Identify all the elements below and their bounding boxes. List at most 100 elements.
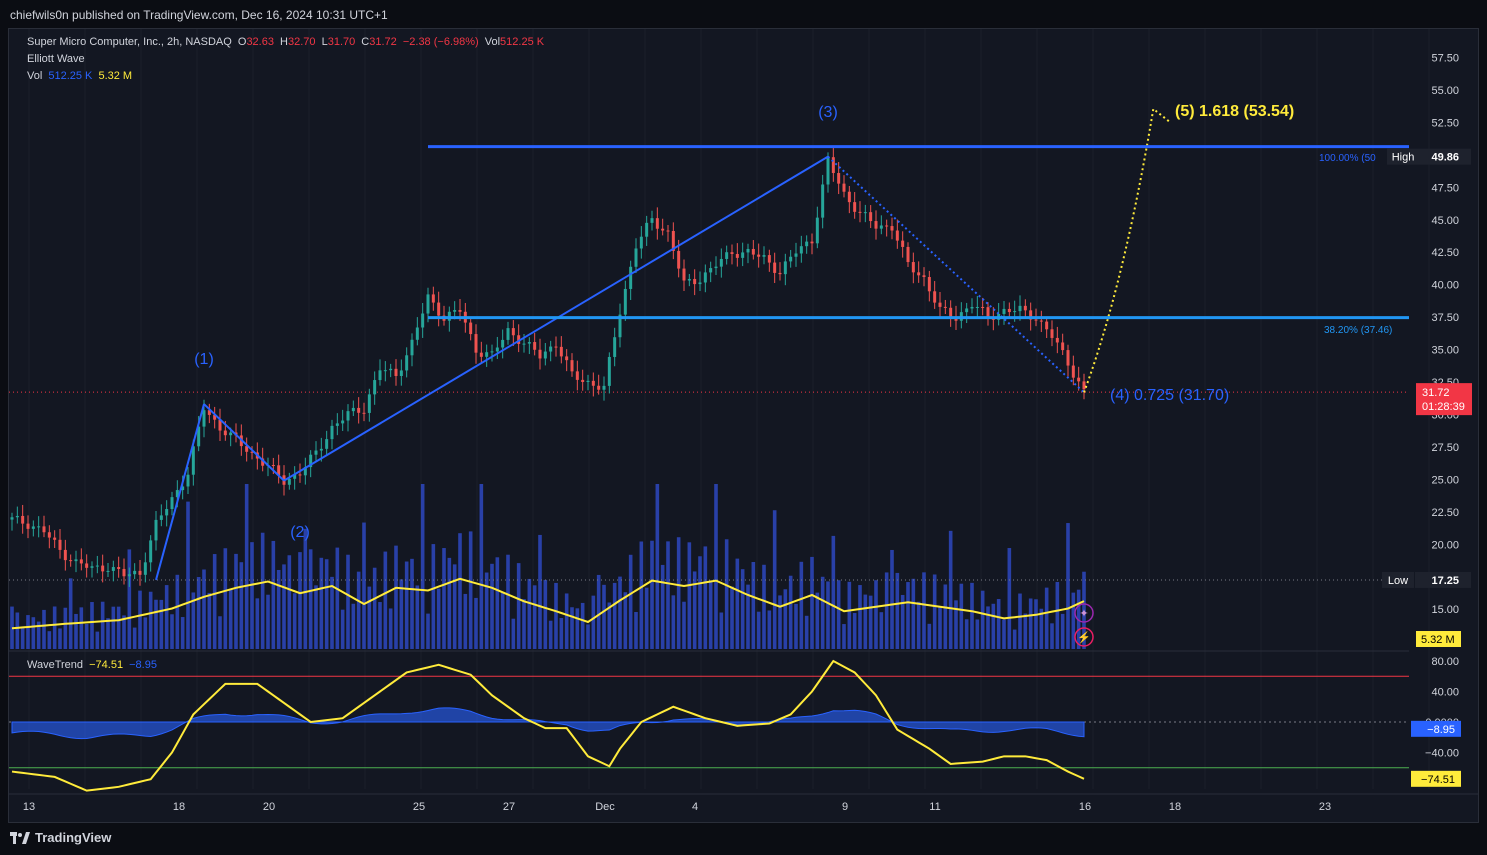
candle-body bbox=[522, 343, 526, 345]
high-value: 49.86 bbox=[1431, 152, 1459, 164]
volume-bar bbox=[922, 572, 926, 649]
volume-legend[interactable]: Vol 512.25 K 5.32 M bbox=[27, 70, 135, 82]
volume-bar bbox=[426, 613, 430, 649]
candle-body bbox=[415, 327, 419, 340]
volume-bar bbox=[148, 591, 153, 649]
volume-bar bbox=[367, 586, 372, 649]
volume-bar bbox=[490, 563, 494, 649]
volume-bar bbox=[447, 557, 452, 649]
volume-bar bbox=[303, 528, 308, 649]
elliott-wave-label[interactable]: Elliott Wave bbox=[27, 53, 85, 65]
price-tick: 40.00 bbox=[1431, 280, 1459, 292]
candle-body bbox=[1055, 337, 1059, 343]
candle-body bbox=[1066, 350, 1070, 366]
volume-bar bbox=[698, 556, 702, 649]
candle-body bbox=[357, 407, 361, 413]
volume-bar bbox=[484, 572, 489, 649]
candle-body bbox=[90, 566, 94, 568]
tradingview-logo-icon bbox=[10, 831, 30, 844]
chart-canvas[interactable]: (1) (2) (3) (4) 0.725 (31.70) (5) 1.618 (53.… bbox=[9, 29, 1478, 822]
volume-bar bbox=[420, 484, 425, 649]
price-tick: 55.00 bbox=[1431, 85, 1459, 97]
candle-body bbox=[826, 157, 830, 185]
high-label: H bbox=[280, 36, 288, 48]
candle-body bbox=[351, 407, 355, 412]
volume-bar bbox=[948, 530, 953, 649]
volume-bar bbox=[495, 557, 500, 649]
candle-body bbox=[1050, 329, 1054, 338]
volume-bar bbox=[31, 617, 36, 649]
volume-row-label[interactable]: Vol bbox=[27, 70, 42, 82]
volume-bar bbox=[516, 563, 521, 649]
volume-bar bbox=[650, 540, 654, 649]
candle-body bbox=[1023, 305, 1027, 311]
candle-body bbox=[703, 272, 707, 283]
candle-body bbox=[869, 212, 873, 222]
volume-bar bbox=[250, 542, 254, 649]
price-tick: 35.00 bbox=[1431, 345, 1459, 357]
volume-bar bbox=[212, 554, 217, 649]
wavetrend-label[interactable]: WaveTrend bbox=[27, 659, 83, 671]
candle-body bbox=[506, 328, 510, 340]
candle-body bbox=[783, 261, 787, 275]
tradingview-logo[interactable]: TradingView bbox=[10, 830, 111, 845]
volume-bar bbox=[314, 585, 318, 649]
price-tick: 47.50 bbox=[1431, 182, 1459, 194]
volume-bar bbox=[388, 608, 393, 649]
candle-body bbox=[31, 526, 35, 529]
candle-body bbox=[645, 222, 649, 237]
candle-body bbox=[629, 266, 633, 289]
volume-bar bbox=[1012, 629, 1017, 649]
candle-body bbox=[1018, 305, 1022, 312]
volume-bar bbox=[714, 484, 718, 649]
candle-body bbox=[741, 252, 745, 258]
volume-bar bbox=[676, 537, 681, 649]
candle-body bbox=[21, 515, 25, 524]
candle-body bbox=[767, 255, 771, 263]
candle-body bbox=[1002, 308, 1006, 314]
volume-bar bbox=[511, 618, 516, 649]
candle-body bbox=[543, 351, 547, 359]
candle-body bbox=[895, 230, 899, 241]
candle-body bbox=[847, 191, 851, 203]
candle-body bbox=[682, 268, 686, 281]
candle-body bbox=[901, 240, 905, 247]
volume-bar bbox=[735, 558, 740, 649]
footer-bar: TradingView bbox=[0, 823, 1487, 855]
volume-bar bbox=[255, 598, 260, 649]
low-value: 17.25 bbox=[1431, 575, 1459, 587]
candle-body bbox=[170, 497, 174, 510]
chart-frame[interactable]: (1) (2) (3) (4) 0.725 (31.70) (5) 1.618 (53.… bbox=[8, 28, 1479, 823]
candle-body bbox=[778, 272, 782, 275]
candle-body bbox=[106, 570, 110, 572]
volume-bar bbox=[58, 628, 62, 649]
candle-body bbox=[143, 562, 147, 575]
candle-body bbox=[495, 347, 499, 352]
volume-bar bbox=[612, 582, 617, 649]
tradingview-brand[interactable]: TradingView bbox=[35, 830, 111, 845]
volume-bar bbox=[415, 585, 420, 649]
volume-bar bbox=[68, 578, 73, 649]
candle-body bbox=[879, 225, 883, 229]
wavetrend-legend[interactable]: WaveTrend −74.51 −8.95 bbox=[27, 659, 160, 671]
volume-bar bbox=[1071, 592, 1076, 649]
candle-body bbox=[581, 379, 585, 382]
volume-bar bbox=[170, 614, 174, 649]
volume-bar bbox=[644, 587, 649, 649]
volume-bar bbox=[852, 613, 857, 649]
candle-body bbox=[362, 412, 366, 414]
grid-lines bbox=[28, 29, 1430, 789]
symbol-line[interactable]: Super Micro Computer, Inc., 2h, NASDAQ bbox=[27, 36, 232, 48]
candle-body bbox=[117, 567, 121, 569]
wave-label-4: (4) 0.725 (31.70) bbox=[1110, 387, 1229, 404]
volume-bar bbox=[1060, 613, 1065, 649]
candle-body bbox=[47, 532, 51, 538]
indicator-legend[interactable]: Elliott Wave bbox=[27, 53, 88, 65]
symbol-legend[interactable]: Super Micro Computer, Inc., 2h, NASDAQ O… bbox=[27, 36, 547, 48]
candle-body bbox=[527, 342, 531, 344]
candle-body bbox=[1039, 320, 1043, 322]
candle-body bbox=[655, 218, 659, 229]
volume-bar bbox=[820, 576, 825, 649]
candle-body bbox=[10, 517, 14, 520]
volume-bar bbox=[26, 615, 30, 649]
